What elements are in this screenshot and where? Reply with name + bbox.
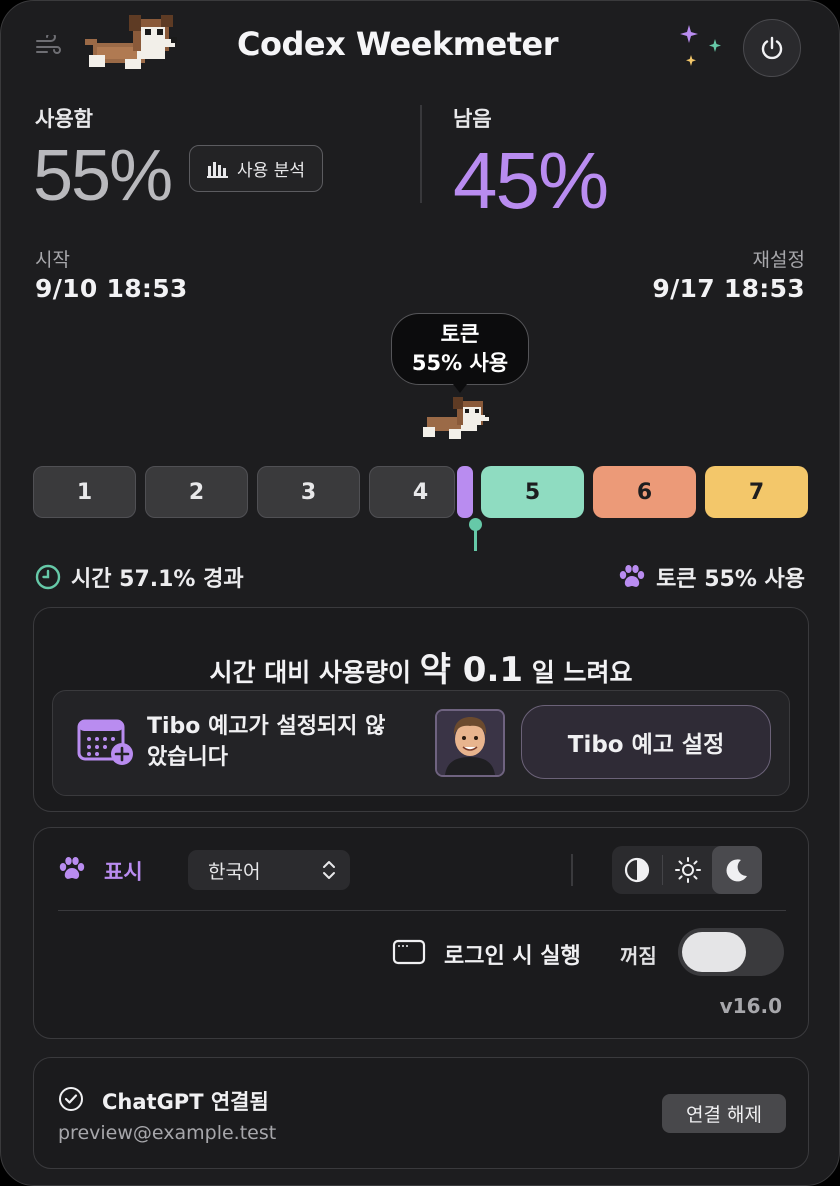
theme-segmented-control — [612, 846, 762, 894]
day-5: 5 — [481, 466, 584, 518]
account-status: ChatGPT 연결됨 — [102, 1090, 269, 1114]
start-date: 9/10 18:53 — [35, 274, 188, 303]
language-select[interactable]: 한국어 — [188, 850, 350, 890]
power-button[interactable] — [743, 19, 801, 77]
token-tooltip: 토큰 55% 사용 — [391, 313, 529, 385]
remaining-label: 남음 — [453, 107, 492, 131]
pace-card: 시간 대비 사용량이 약 0.1 일 느려요 Tibo 예고가 설정되지 않았습… — [33, 607, 809, 812]
account-email: preview@example.test — [58, 1122, 277, 1144]
dog-runner-icon — [423, 397, 491, 447]
remaining-percent: 45% — [453, 136, 609, 225]
paw-icon — [619, 565, 645, 587]
calendar-add-icon — [77, 717, 135, 771]
moon-icon — [726, 859, 747, 882]
current-time-marker — [457, 466, 473, 518]
display-label: 표시 — [104, 860, 143, 884]
reset-label: 재설정 — [752, 249, 805, 271]
usage-analysis-button[interactable]: 사용 분석 — [189, 145, 323, 192]
tooltip-line2: 55% 사용 — [411, 351, 509, 375]
start-label: 시작 — [35, 249, 70, 271]
tibo-panel: Tibo 예고가 설정되지 않았습니다 Tibo 예고 설정 — [52, 690, 790, 796]
disconnect-button[interactable]: 연결 해제 — [662, 1094, 786, 1133]
day-4: 4 — [369, 466, 455, 518]
day-4-label: 4 — [412, 479, 429, 505]
token-used-text: 토큰 55% 사용 — [656, 567, 805, 592]
pace-message: 시간 대비 사용량이 약 0.1 일 느려요 — [34, 642, 808, 691]
app-title: Codex Weekmeter — [237, 25, 559, 63]
day-3: 3 — [257, 466, 360, 518]
day-7: 7 — [705, 466, 808, 518]
used-percent: 55% — [33, 136, 173, 216]
day-1: 1 — [33, 466, 136, 518]
paw-icon — [58, 856, 86, 886]
account-card: ChatGPT 연결됨 preview@example.test 연결 해제 — [33, 1057, 809, 1169]
version-label: v16.0 — [719, 994, 782, 1018]
bar-chart-icon — [207, 161, 229, 178]
pace-multiplier: 약 0.1 — [419, 650, 524, 690]
theme-auto-option[interactable] — [612, 846, 662, 894]
dog-mascot-icon — [85, 11, 179, 81]
reset-date: 9/17 18:53 — [652, 274, 805, 303]
launch-at-login-label: 로그인 시 실행 — [444, 944, 581, 969]
time-marker-dot — [469, 518, 482, 531]
launch-at-login-toggle[interactable] — [678, 928, 784, 976]
power-icon — [761, 36, 783, 60]
tibo-setup-button[interactable]: Tibo 예고 설정 — [521, 705, 771, 779]
usage-analysis-label: 사용 분석 — [237, 161, 305, 181]
check-circle-icon — [58, 1086, 84, 1116]
clock-icon — [35, 564, 61, 590]
pace-prefix: 시간 대비 사용량이 — [209, 658, 411, 687]
tibo-avatar — [435, 709, 505, 777]
app-window: Codex Weekmeter 사용함 55% 사용 분석 남음 45% 시작 … — [0, 0, 840, 1186]
tibo-message: Tibo 예고가 설정되지 않았습니다 — [147, 714, 386, 770]
sun-icon — [674, 857, 701, 883]
half-circle-icon — [624, 857, 650, 883]
tooltip-tail — [453, 384, 467, 393]
token-used-stat: 토큰 55% 사용 — [618, 561, 805, 593]
theme-light-option[interactable] — [662, 855, 712, 885]
settings-card: 표시 한국어 로그인 시 실행 꺼짐 v16.0 — [33, 827, 809, 1039]
divider — [571, 854, 573, 886]
sparkles-icon[interactable] — [677, 23, 725, 75]
tooltip-line1: 토큰 — [440, 322, 480, 346]
day-6: 6 — [593, 466, 696, 518]
divider — [420, 105, 422, 203]
launch-at-login-state: 꺼짐 — [620, 944, 657, 968]
theme-dark-option[interactable] — [712, 846, 762, 894]
used-label: 사용함 — [35, 107, 93, 131]
divider — [58, 910, 786, 911]
wind-icon — [35, 32, 63, 61]
language-value: 한국어 — [208, 860, 261, 883]
time-elapsed-text: 시간 57.1% 경과 — [71, 567, 244, 592]
pace-suffix: 일 느려요 — [531, 658, 633, 687]
day-2: 2 — [145, 466, 248, 518]
toggle-knob — [682, 932, 746, 972]
time-elapsed-stat: 시간 57.1% 경과 — [35, 561, 244, 593]
window-icon — [392, 938, 426, 970]
chevron-updown-icon — [323, 861, 335, 879]
